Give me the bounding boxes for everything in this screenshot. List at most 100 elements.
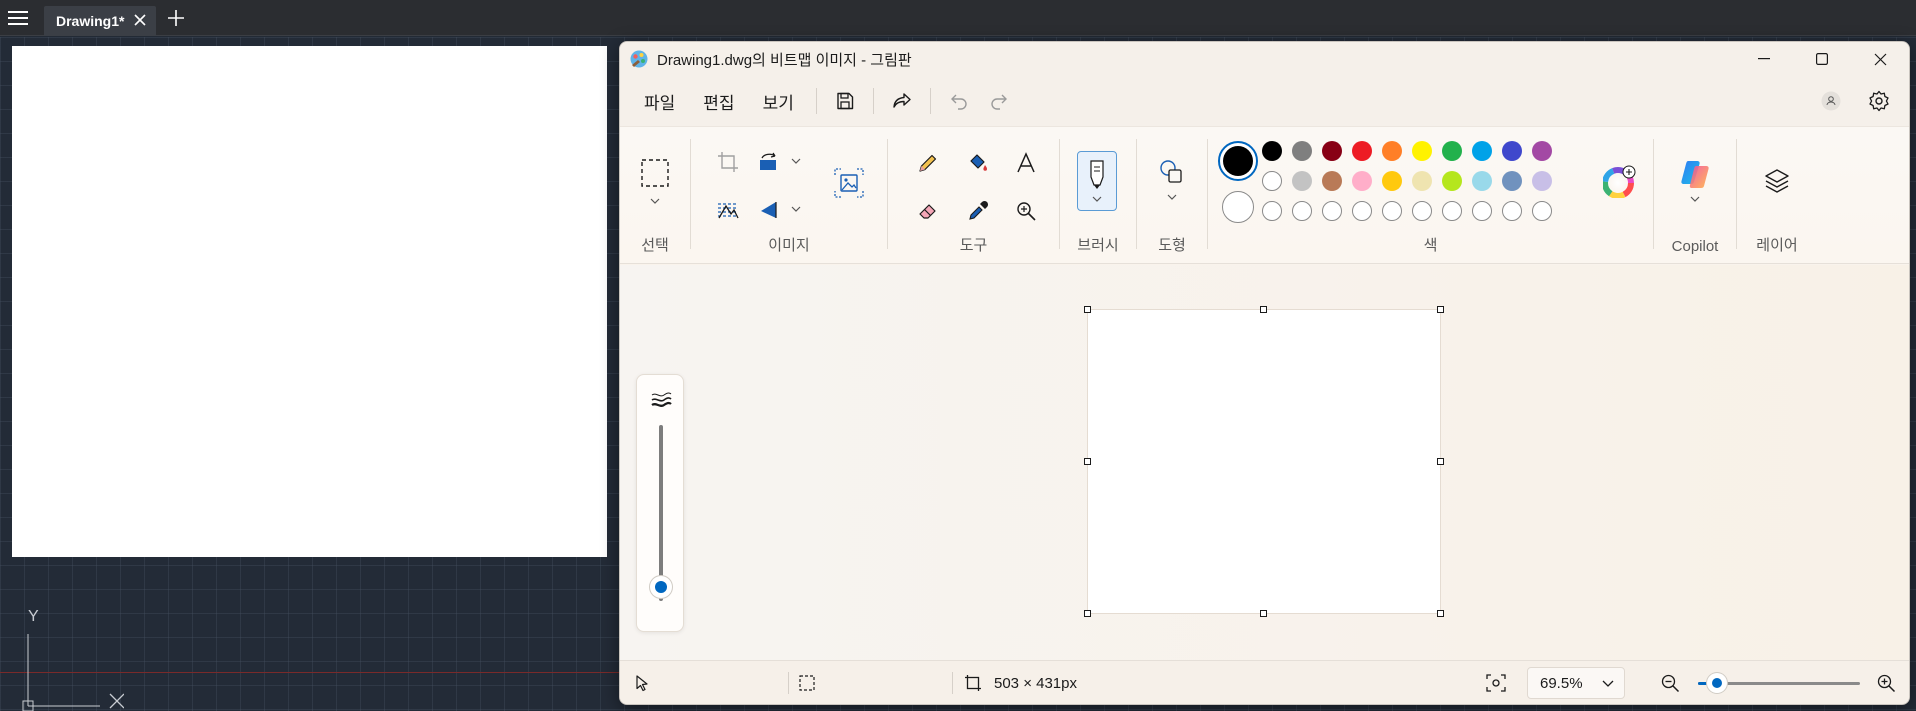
- resize-image-button[interactable]: [827, 161, 871, 205]
- shapes-button[interactable]: [1152, 155, 1192, 211]
- undo-button[interactable]: [939, 81, 979, 121]
- brush-size-slider-thumb[interactable]: [650, 575, 672, 598]
- color-swatch[interactable]: [1382, 171, 1402, 191]
- flip-icon: [761, 202, 801, 218]
- flip-button[interactable]: [755, 193, 805, 227]
- canvas-resize-handle[interactable]: [1084, 306, 1091, 313]
- share-button[interactable]: [882, 81, 922, 121]
- select-tool-button[interactable]: [635, 155, 675, 211]
- color-swatch[interactable]: [1352, 141, 1372, 161]
- color-swatch[interactable]: [1262, 141, 1282, 161]
- redo-button[interactable]: [979, 81, 1019, 121]
- rotate-icon: [760, 152, 801, 170]
- menu-view[interactable]: 보기: [749, 81, 808, 122]
- custom-color-slot[interactable]: [1322, 201, 1342, 221]
- remove-background-button[interactable]: [711, 193, 745, 227]
- custom-color-slot[interactable]: [1352, 201, 1372, 221]
- maximize-icon: [1816, 53, 1828, 65]
- hamburger-menu-icon[interactable]: [0, 0, 36, 36]
- color-swatch[interactable]: [1502, 141, 1522, 161]
- zoom-in-button[interactable]: [1876, 661, 1896, 704]
- color-swatch[interactable]: [1292, 141, 1312, 161]
- custom-color-slot[interactable]: [1262, 201, 1282, 221]
- canvas-resize-handle[interactable]: [1260, 306, 1267, 313]
- zoom-slider-thumb[interactable]: [1707, 673, 1728, 693]
- primary-color[interactable]: [1218, 141, 1258, 181]
- selection-size: [798, 661, 816, 704]
- eraser-tool-button[interactable]: [910, 193, 946, 229]
- pencil-tool-button[interactable]: [910, 145, 946, 181]
- eyedropper-icon: [969, 200, 989, 220]
- canvas-resize-handle[interactable]: [1437, 306, 1444, 313]
- brush-group-label: 브러시: [1077, 237, 1119, 254]
- remove-background-icon: [718, 203, 739, 219]
- custom-color-slot[interactable]: [1442, 201, 1462, 221]
- color-swatch[interactable]: [1322, 141, 1342, 161]
- canvas-size: 503 × 431px: [964, 661, 1077, 704]
- custom-color-slot[interactable]: [1502, 201, 1522, 221]
- color-swatch[interactable]: [1352, 171, 1372, 191]
- color-swatch[interactable]: [1322, 171, 1342, 191]
- color-swatch[interactable]: [1472, 141, 1492, 161]
- color-swatch[interactable]: [1442, 141, 1462, 161]
- canvas-size-icon: [965, 675, 981, 691]
- canvas-resize-handle[interactable]: [1084, 610, 1091, 617]
- color-swatch[interactable]: [1502, 171, 1522, 191]
- custom-color-slot[interactable]: [1292, 201, 1312, 221]
- fill-tool-button[interactable]: [960, 145, 996, 181]
- custom-color-slot[interactable]: [1412, 201, 1432, 221]
- minimize-icon: [1758, 58, 1770, 60]
- custom-color-slot[interactable]: [1382, 201, 1402, 221]
- maximize-button[interactable]: [1793, 42, 1851, 76]
- color-swatch[interactable]: [1292, 171, 1312, 191]
- color-swatch[interactable]: [1532, 171, 1552, 191]
- canvas-resize-handle[interactable]: [1084, 457, 1091, 465]
- colors-group-label: 색: [1423, 237, 1438, 254]
- account-button[interactable]: [1811, 81, 1851, 121]
- close-icon[interactable]: [134, 13, 147, 29]
- color-swatch[interactable]: [1412, 171, 1432, 191]
- copilot-icon: [1681, 161, 1709, 202]
- rotate-button[interactable]: [755, 145, 805, 179]
- gear-icon: [1869, 90, 1889, 112]
- color-swatch[interactable]: [1532, 141, 1552, 161]
- save-icon: [837, 92, 854, 110]
- brush-tool-button[interactable]: [1077, 151, 1117, 211]
- minimize-button[interactable]: [1735, 42, 1793, 76]
- zoom-dropdown[interactable]: 69.5%: [1527, 667, 1625, 699]
- color-swatch[interactable]: [1382, 141, 1402, 161]
- drawing-canvas[interactable]: [1088, 310, 1440, 613]
- color-swatch[interactable]: [1442, 171, 1462, 191]
- layers-group-label: 레이어: [1756, 237, 1798, 254]
- drawing-tab[interactable]: Drawing1*: [44, 5, 157, 36]
- layers-button[interactable]: [1757, 161, 1797, 201]
- secondary-color[interactable]: [1222, 191, 1254, 223]
- color-swatch[interactable]: [1472, 171, 1492, 191]
- copilot-button[interactable]: [1674, 155, 1716, 211]
- custom-color-slot[interactable]: [1532, 201, 1552, 221]
- settings-button[interactable]: [1859, 81, 1899, 121]
- tools-group: 도구: [888, 127, 1059, 265]
- color-swatch[interactable]: [1262, 171, 1282, 191]
- canvas-resize-handle[interactable]: [1437, 610, 1444, 617]
- save-button[interactable]: [825, 81, 865, 121]
- zoom-out-button[interactable]: [1660, 661, 1680, 704]
- brush-size-slider[interactable]: [659, 425, 663, 601]
- selection-icon: [799, 675, 815, 691]
- color-swatch[interactable]: [1412, 141, 1432, 161]
- stroke-width-icon: [651, 392, 672, 407]
- edit-colors-button[interactable]: [1602, 163, 1638, 199]
- fit-to-window-button[interactable]: [1485, 661, 1507, 704]
- color-picker-button[interactable]: [960, 193, 996, 229]
- menu-file[interactable]: 파일: [630, 81, 689, 122]
- pencil-icon: [919, 154, 937, 172]
- new-tab-button[interactable]: [160, 0, 192, 36]
- canvas-resize-handle[interactable]: [1260, 610, 1267, 617]
- text-tool-button[interactable]: [1008, 145, 1044, 181]
- magnifier-button[interactable]: [1008, 193, 1044, 229]
- custom-color-slot[interactable]: [1472, 201, 1492, 221]
- crop-button[interactable]: [711, 145, 745, 179]
- menu-edit[interactable]: 편집: [689, 81, 748, 122]
- canvas-resize-handle[interactable]: [1437, 457, 1444, 465]
- close-button[interactable]: [1851, 42, 1909, 76]
